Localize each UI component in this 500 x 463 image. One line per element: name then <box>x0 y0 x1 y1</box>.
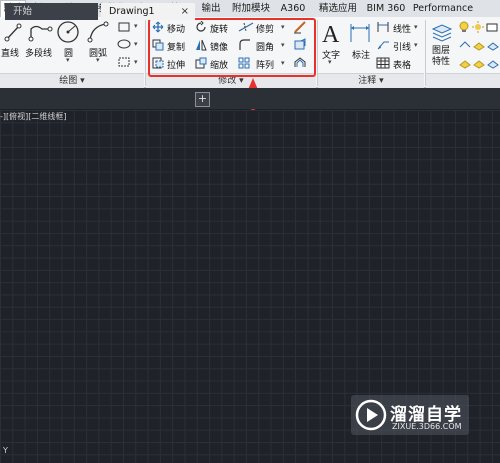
sun-icon[interactable] <box>472 21 484 33</box>
linear-label[interactable]: 线性 <box>393 22 411 35</box>
table-label[interactable]: 表格 <box>393 58 411 71</box>
text-dropdown-icon[interactable]: ▾ <box>328 58 332 66</box>
close-tab-icon[interactable]: × <box>181 3 189 20</box>
ucs-icon: Y <box>3 446 8 455</box>
layer-color-icon[interactable] <box>486 21 498 33</box>
text-icon[interactable]: A <box>320 20 344 46</box>
layers-panel-footer[interactable] <box>426 73 500 88</box>
circle-dropdown-icon[interactable]: ▾ <box>66 56 70 64</box>
linear-dimension-icon[interactable] <box>376 21 390 33</box>
tab-addins[interactable]: 附加模块 <box>228 1 274 16</box>
svg-text:A: A <box>322 22 340 46</box>
watermark-play-logo-icon <box>355 399 387 431</box>
layer-isolate-icon[interactable] <box>473 39 485 51</box>
ellipse-icon[interactable] <box>117 38 131 50</box>
ellipse-dropdown-icon[interactable]: ▾ <box>134 40 138 48</box>
tab-start-label: 开始 <box>13 6 33 17</box>
layer-off-icon[interactable] <box>487 57 499 69</box>
viewport-controls-label[interactable]: -][俯视][二维线框] <box>0 111 67 122</box>
new-tab-button[interactable]: + <box>195 92 210 107</box>
leader-icon[interactable] <box>376 39 390 51</box>
layer-freeze-icon[interactable] <box>487 39 499 51</box>
document-tab-bar <box>0 88 500 109</box>
line-label[interactable]: 直线 <box>1 46 19 59</box>
table-icon[interactable] <box>376 57 390 69</box>
linear-dropdown-icon[interactable]: ▾ <box>414 23 418 31</box>
tab-start[interactable]: 开始 <box>5 3 98 20</box>
rectangle-dropdown-icon[interactable]: ▾ <box>134 22 138 30</box>
arc-icon[interactable] <box>86 20 110 44</box>
tab-bim360[interactable]: BIM 360 <box>366 1 406 16</box>
layer-previous-icon[interactable] <box>459 57 471 69</box>
tab-drawing1-label: Drawing1 <box>109 6 155 17</box>
lightbulb-icon[interactable] <box>459 21 469 33</box>
hatch-icon[interactable] <box>117 56 131 68</box>
dimension-label[interactable]: 标注 <box>352 48 370 61</box>
draw-panel-footer[interactable]: 绘图 ▾ <box>0 73 144 88</box>
tab-a360[interactable]: A360 <box>278 1 308 16</box>
leader-label[interactable]: 引线 <box>393 40 411 53</box>
polyline-label[interactable]: 多段线 <box>25 46 52 59</box>
tab-output[interactable]: 输出 <box>198 1 224 16</box>
line-icon[interactable] <box>4 21 22 43</box>
arc-dropdown-icon[interactable]: ▾ <box>96 56 100 64</box>
layer-lock-icon[interactable] <box>473 57 485 69</box>
leader-dropdown-icon[interactable]: ▾ <box>414 41 418 49</box>
layer-match-icon[interactable] <box>459 39 471 51</box>
tab-drawing1[interactable]: Drawing1 × <box>101 3 195 20</box>
hatch-dropdown-icon[interactable]: ▾ <box>134 58 138 66</box>
tab-performance[interactable]: Performance <box>412 1 474 16</box>
annotation-panel-footer[interactable]: 注释 ▾ <box>318 73 424 88</box>
watermark-url: ZIXUE.3D66.COM <box>392 422 462 431</box>
layer-properties-icon[interactable] <box>430 21 454 43</box>
circle-icon[interactable] <box>56 20 80 44</box>
layer-properties-label[interactable]: 图层 特性 <box>432 46 454 68</box>
modify-tools-highlight <box>148 18 316 77</box>
polyline-icon[interactable] <box>28 21 54 43</box>
tab-featured-apps[interactable]: 精选应用 <box>314 1 362 16</box>
rectangle-icon[interactable] <box>117 21 131 33</box>
dimension-icon[interactable] <box>348 20 372 46</box>
